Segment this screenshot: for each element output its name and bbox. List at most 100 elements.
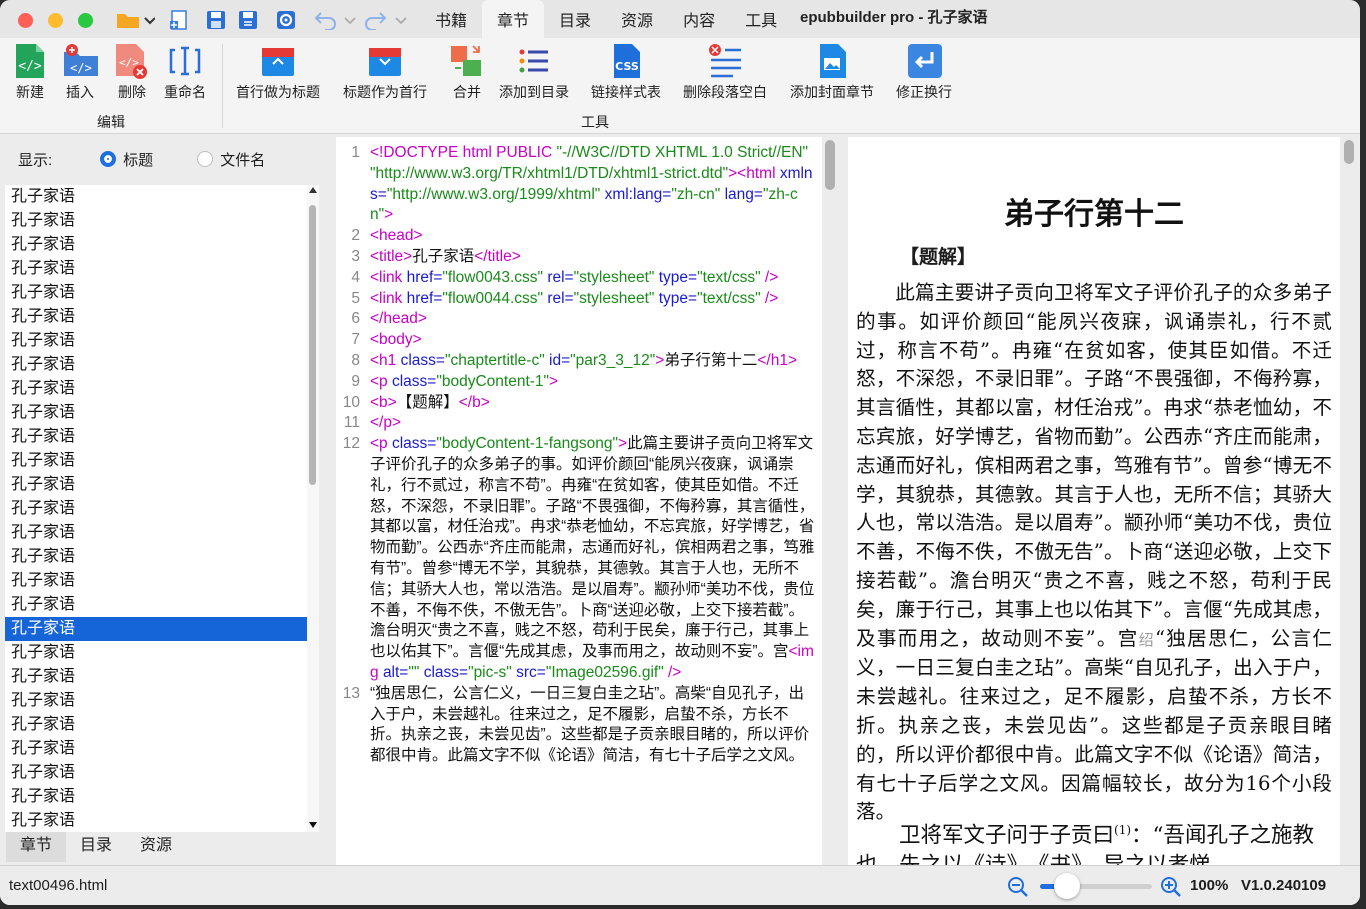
editor-scrollbar[interactable] [825, 140, 835, 190]
chapter-list-item[interactable]: 孔子家语 [5, 761, 307, 785]
zoom-percent: 100% [1190, 877, 1229, 894]
zoom-slider-handle[interactable] [1054, 873, 1080, 899]
chapter-list-item[interactable]: 孔子家语 [5, 401, 307, 425]
code-line[interactable]: <title>孔子家语</title> [370, 247, 816, 268]
code-line[interactable]: <p class="bodyContent-1"> [370, 372, 816, 393]
chapter-list-item[interactable]: 孔子家语 [5, 305, 307, 329]
code-token: xml:lang= [604, 185, 672, 203]
zoom-window-button[interactable] [78, 13, 93, 28]
code-line[interactable]: <head> [370, 226, 816, 247]
footnote-marker[interactable]: (1) [1114, 823, 1131, 837]
chapter-list-item[interactable]: 孔子家语 [5, 665, 307, 689]
chapter-list-item[interactable]: 孔子家语 [5, 185, 307, 209]
chapter-list-item[interactable]: 孔子家语 [5, 209, 307, 233]
code-line[interactable]: <!DOCTYPE html PUBLIC "-//W3C//DTD XHTML… [370, 143, 816, 226]
remove-paragraph-space-button[interactable]: 删除段落空白 [683, 42, 767, 102]
panel-tab-toc[interactable]: 目录 [66, 832, 126, 862]
tab-book[interactable]: 书籍 [420, 0, 482, 38]
scroll-thumb[interactable] [309, 205, 316, 485]
code-token: "http://www.w3.org/1999/xhtml" [386, 185, 605, 203]
tab-toc[interactable]: 目录 [544, 0, 606, 38]
code-token: rel= [547, 268, 574, 286]
code-line[interactable]: <body> [370, 330, 816, 351]
code-line[interactable]: “独居思仁，公言仁义，一日三复白圭之玷”。高柴“自见孔子，出入于户，未尝越礼。往… [370, 684, 816, 767]
first-line-as-title-button[interactable]: 首行做为标题 [236, 42, 320, 102]
chapter-list-item[interactable]: 孔子家语 [5, 545, 307, 569]
tab-resources[interactable]: 资源 [606, 0, 668, 38]
tab-chapter[interactable]: 章节 [482, 0, 545, 38]
chapter-list-item[interactable]: 孔子家语 [5, 257, 307, 281]
panel-tab-resources[interactable]: 资源 [126, 832, 186, 862]
preview-scrollbar[interactable] [1344, 140, 1354, 164]
link-stylesheet-button[interactable]: CSS 链接样式表 [591, 42, 661, 102]
delete-chapter-button[interactable]: </> 删除 [114, 42, 150, 102]
code-line[interactable]: <link href="flow0043.css" rel="styleshee… [370, 268, 816, 289]
redo-icon[interactable] [364, 9, 410, 31]
title-as-first-line-button[interactable]: 标题作为首行 [343, 42, 427, 102]
chapter-list-item[interactable]: 孔子家语 [5, 425, 307, 449]
code-token: href= [406, 289, 443, 307]
code-token: id= [549, 351, 571, 369]
chapter-list-item[interactable]: 孔子家语 [5, 593, 307, 617]
code-line[interactable]: <p class="bodyContent-1-fangsong">此篇主要讲子… [370, 434, 816, 684]
scroll-down-icon[interactable] [309, 822, 317, 828]
chapter-list-item[interactable]: 孔子家语 [5, 641, 307, 665]
chapter-list-item[interactable]: 孔子家语 [5, 377, 307, 401]
code-line[interactable]: <link href="flow0044.css" rel="styleshee… [370, 289, 816, 310]
code-token: 孔子家语 [412, 247, 475, 265]
chapter-list-item[interactable]: 孔子家语 [5, 329, 307, 353]
insert-chapter-label: 插入 [66, 84, 94, 100]
code-line[interactable]: <b>【题解】</b> [370, 393, 816, 414]
new-file-icon[interactable] [168, 9, 190, 31]
chapter-list-item[interactable]: 孔子家语 [5, 281, 307, 305]
zoom-out-icon[interactable] [1007, 876, 1029, 898]
code-token: > [384, 206, 394, 224]
close-window-button[interactable] [18, 13, 33, 28]
insert-chapter-button[interactable]: </> 插入 [62, 42, 98, 102]
add-to-toc-button[interactable]: 添加到目录 [499, 42, 569, 102]
code-line[interactable]: <h1 class="chaptertitle-c" id="par3_3_12… [370, 351, 816, 372]
preview-p2-start: 卫将军文子问于子贡曰 [899, 823, 1115, 849]
tab-tools[interactable]: 工具 [730, 0, 792, 38]
chapter-list-item[interactable]: 孔子家语 [5, 689, 307, 713]
title-as-first-line-label: 标题作为首行 [343, 84, 427, 100]
code-line[interactable]: </p> [370, 413, 816, 434]
panel-tab-chapters[interactable]: 章节 [6, 832, 67, 862]
code-content[interactable]: <!DOCTYPE html PUBLIC "-//W3C//DTD XHTML… [370, 143, 816, 767]
chapter-list-item[interactable]: 孔子家语 [5, 521, 307, 545]
radio-filename[interactable]: 文件名 [197, 149, 265, 170]
new-chapter-button[interactable]: </> 新建 [12, 42, 48, 102]
chapter-list-item[interactable]: 孔子家语 [5, 785, 307, 809]
fix-line-breaks-button[interactable]: 修正换行 [896, 42, 952, 102]
merge-button[interactable]: 合并 [449, 42, 485, 102]
chapter-list-item[interactable]: 孔子家语 [5, 353, 307, 377]
zoom-in-icon[interactable] [1160, 876, 1182, 898]
chapter-list-item[interactable]: 孔子家语 [5, 713, 307, 737]
chapter-list-item[interactable]: 孔子家语 [5, 617, 307, 641]
tab-content[interactable]: 内容 [668, 0, 730, 38]
first-line-title-icon [260, 42, 296, 80]
chapter-list-item[interactable]: 孔子家语 [5, 473, 307, 497]
chapter-list-item[interactable]: 孔子家语 [5, 497, 307, 521]
code-token: "flow0043.css" [442, 268, 548, 286]
chapter-list-item[interactable]: 孔子家语 [5, 449, 307, 473]
save-as-icon[interactable] [237, 9, 259, 31]
chapter-list-scrollbar[interactable] [307, 185, 319, 832]
undo-icon[interactable] [313, 9, 359, 31]
preview-body-rest: “独居思仁，公言仁义，一日三复白圭之玷”。高柴“自见孔子，出入于户，未尝越礼。往… [856, 626, 1332, 824]
open-folder-icon[interactable] [114, 9, 156, 31]
code-editor[interactable]: 1 2 3 4 5 6 7 8 9 10 11 12 13 <!DOCTYPE html PUBLIC … [336, 137, 822, 865]
chapter-list-item[interactable]: 孔子家语 [5, 569, 307, 593]
code-line[interactable]: </head> [370, 309, 816, 330]
settings-gear-icon[interactable] [275, 9, 297, 31]
chapter-list-item[interactable]: 孔子家语 [5, 737, 307, 761]
chapter-list-item[interactable]: 孔子家语 [5, 233, 307, 257]
add-cover-chapter-button[interactable]: 添加封面章节 [790, 42, 874, 102]
save-icon[interactable] [205, 9, 227, 31]
preview-title: 弟子行第十二 [1004, 197, 1184, 232]
rename-chapter-button[interactable]: 重命名 [164, 42, 206, 102]
scroll-up-icon[interactable] [309, 187, 317, 193]
minimize-window-button[interactable] [48, 13, 63, 28]
radio-title[interactable]: 标题 [100, 149, 153, 170]
chapter-list-item[interactable]: 孔子家语 [5, 809, 307, 832]
